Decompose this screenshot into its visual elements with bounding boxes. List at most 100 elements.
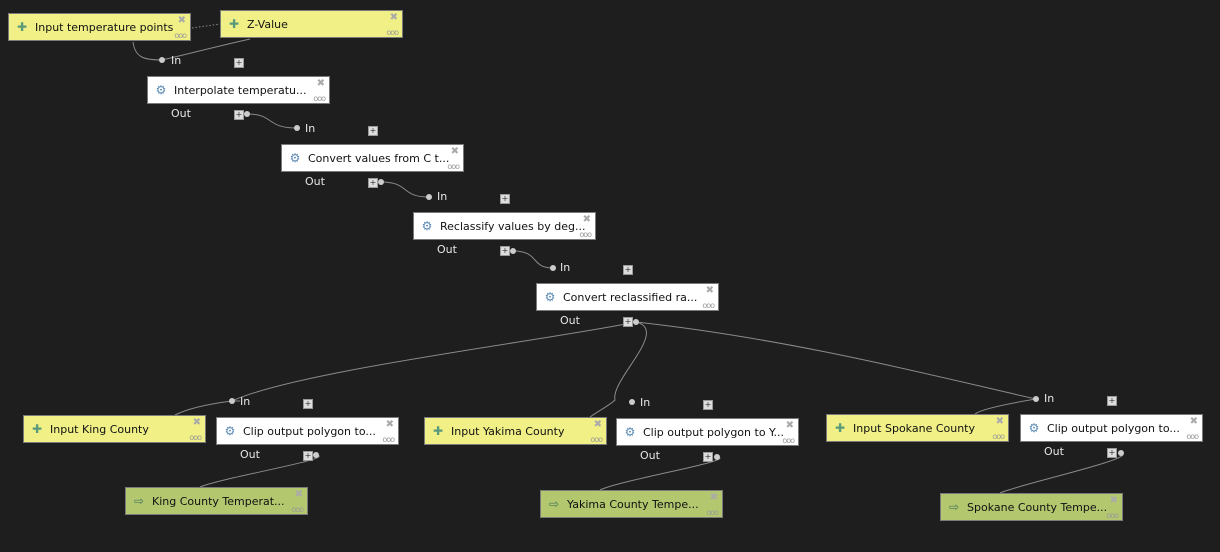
plus-cross-icon: ✚ — [31, 422, 43, 436]
out-port-label: Out — [1044, 445, 1064, 458]
node-label: Input temperature points — [35, 20, 174, 34]
algorithm-icon: ⚙ — [421, 219, 433, 233]
ellipsis-icon[interactable]: ooo — [313, 94, 326, 103]
out-port-label: Out — [240, 448, 260, 461]
node-label: Yakima County Tempe... — [567, 497, 699, 511]
out-port-label: Out — [640, 449, 660, 462]
ellipsis-icon[interactable]: ooo — [1186, 432, 1199, 441]
close-icon[interactable]: ✖ — [594, 419, 602, 430]
node-label: Spokane County Tempe... — [967, 500, 1108, 514]
node-label: Z-Value — [247, 17, 288, 31]
parameter-node[interactable]: ✚ Input King County ✖ ooo — [23, 415, 206, 443]
close-icon[interactable]: ✖ — [451, 146, 459, 157]
ellipsis-icon[interactable]: ooo — [702, 301, 715, 310]
in-port-label: In — [171, 54, 182, 67]
ellipsis-icon[interactable]: ooo — [291, 505, 304, 514]
expand-outputs-button[interactable]: + — [368, 178, 378, 188]
out-port-label: Out — [171, 107, 191, 120]
node-label: Input Yakima County — [451, 424, 565, 438]
out-port-label: Out — [305, 175, 325, 188]
close-icon[interactable]: ✖ — [178, 15, 186, 26]
algorithm-icon: ⚙ — [1028, 421, 1040, 435]
close-icon[interactable]: ✖ — [1190, 416, 1198, 427]
ellipsis-icon[interactable]: ooo — [590, 435, 603, 444]
parameter-node[interactable]: ✚ Input Spokane County ✖ ooo — [826, 414, 1009, 442]
ellipsis-icon[interactable]: ooo — [782, 436, 795, 445]
ellipsis-icon[interactable]: ooo — [579, 230, 592, 239]
ellipsis-icon[interactable]: ooo — [382, 435, 395, 444]
expand-inputs-button[interactable]: + — [1107, 396, 1117, 406]
ellipsis-icon[interactable]: ooo — [386, 28, 399, 37]
expand-inputs-button[interactable]: + — [623, 265, 633, 275]
close-icon[interactable]: ✖ — [193, 417, 201, 428]
plus-cross-icon: ✚ — [432, 424, 444, 438]
arrow-right-icon: ⇨ — [548, 497, 560, 511]
in-port-label: In — [437, 190, 448, 203]
algorithm-icon: ⚙ — [224, 424, 236, 438]
ellipsis-icon[interactable]: ooo — [189, 433, 202, 442]
parameter-node[interactable]: ✚ Z-Value ✖ ooo — [220, 10, 403, 38]
algorithm-icon: ⚙ — [155, 83, 167, 97]
close-icon[interactable]: ✖ — [317, 78, 325, 89]
expand-inputs-button[interactable]: + — [368, 126, 378, 136]
plus-cross-icon: ✚ — [834, 421, 846, 435]
close-icon[interactable]: ✖ — [706, 285, 714, 296]
expand-inputs-button[interactable]: + — [234, 58, 244, 68]
node-label: Interpolate temperatu... — [174, 83, 307, 97]
algorithm-node[interactable]: ⚙ Convert reclassified ra... ✖ ooo — [536, 283, 719, 311]
algorithm-icon: ⚙ — [624, 425, 636, 439]
in-port-label: In — [1044, 392, 1055, 405]
expand-outputs-button[interactable]: + — [500, 246, 510, 256]
close-icon[interactable]: ✖ — [386, 419, 394, 430]
arrow-right-icon: ⇨ — [948, 500, 960, 514]
expand-outputs-button[interactable]: + — [1107, 448, 1117, 458]
algorithm-icon: ⚙ — [544, 290, 556, 304]
close-icon[interactable]: ✖ — [996, 416, 1004, 427]
close-icon[interactable]: ✖ — [295, 489, 303, 500]
node-label: Convert values from C t... — [308, 151, 450, 165]
output-node[interactable]: ⇨ Spokane County Tempe... ✖ ooo — [940, 493, 1123, 521]
ellipsis-icon[interactable]: ooo — [174, 31, 187, 40]
node-label: Input Spokane County — [853, 421, 976, 435]
algorithm-node[interactable]: ⚙ Clip output polygon to... ✖ ooo — [216, 417, 399, 445]
out-port-label: Out — [437, 243, 457, 256]
algorithm-node[interactable]: ⚙ Interpolate temperatu... ✖ ooo — [147, 76, 330, 104]
close-icon[interactable]: ✖ — [583, 214, 591, 225]
node-label: King County Temperat... — [152, 494, 285, 508]
expand-outputs-button[interactable]: + — [303, 451, 313, 461]
parameter-node[interactable]: ✚ Input temperature points ✖ ooo — [8, 13, 191, 41]
close-icon[interactable]: ✖ — [786, 420, 794, 431]
expand-inputs-button[interactable]: + — [703, 400, 713, 410]
ellipsis-icon[interactable]: ooo — [1106, 511, 1119, 520]
in-port-label: In — [305, 122, 316, 135]
close-icon[interactable]: ✖ — [390, 12, 398, 23]
node-label: Reclassify values by deg... — [440, 219, 586, 233]
close-icon[interactable]: ✖ — [710, 492, 718, 503]
plus-cross-icon: ✚ — [228, 17, 240, 31]
in-port-label: In — [240, 395, 251, 408]
ellipsis-icon[interactable]: ooo — [992, 432, 1005, 441]
expand-outputs-button[interactable]: + — [623, 317, 633, 327]
parameter-node[interactable]: ✚ Input Yakima County ✖ ooo — [424, 417, 607, 445]
in-port-label: In — [640, 396, 651, 409]
algorithm-node[interactable]: ⚙ Reclassify values by deg... ✖ ooo — [413, 212, 596, 240]
in-port-label: In — [560, 261, 571, 274]
output-node[interactable]: ⇨ King County Temperat... ✖ ooo — [125, 487, 308, 515]
close-icon[interactable]: ✖ — [1110, 495, 1118, 506]
out-port-label: Out — [560, 314, 580, 327]
output-node[interactable]: ⇨ Yakima County Tempe... ✖ ooo — [540, 490, 723, 518]
node-label: Input King County — [50, 422, 149, 436]
expand-inputs-button[interactable]: + — [303, 399, 313, 409]
algorithm-node[interactable]: ⚙ Clip output polygon to Y... ✖ ooo — [616, 418, 799, 446]
node-label: Clip output polygon to... — [243, 424, 376, 438]
ellipsis-icon[interactable]: ooo — [706, 508, 719, 517]
ellipsis-icon[interactable]: ooo — [447, 162, 460, 171]
expand-outputs-button[interactable]: + — [703, 452, 713, 462]
algorithm-node[interactable]: ⚙ Clip output polygon to... ✖ ooo — [1020, 414, 1203, 442]
algorithm-node[interactable]: ⚙ Convert values from C t... ✖ ooo — [281, 144, 464, 172]
expand-outputs-button[interactable]: + — [234, 110, 244, 120]
algorithm-icon: ⚙ — [289, 151, 301, 165]
node-label: Clip output polygon to... — [1047, 421, 1180, 435]
plus-cross-icon: ✚ — [16, 20, 28, 34]
expand-inputs-button[interactable]: + — [500, 194, 510, 204]
